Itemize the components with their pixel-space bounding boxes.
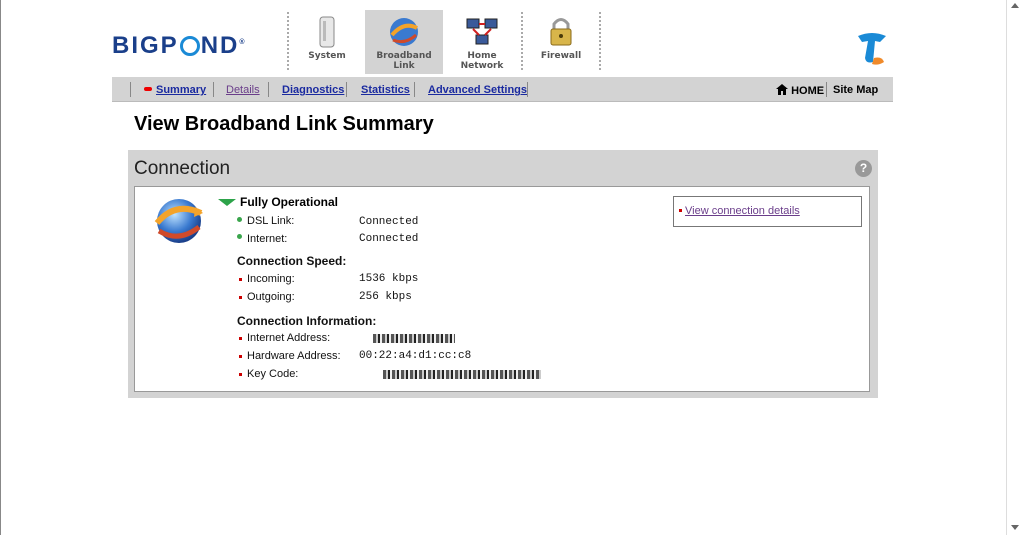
nav-diagnostics[interactable]: Diagnostics <box>282 84 344 96</box>
broadband-globe-icon <box>154 199 203 243</box>
view-connection-details-link[interactable]: View connection details <box>685 205 800 217</box>
bullet-icon <box>239 373 242 376</box>
key-code-redacted <box>383 370 541 379</box>
status-ok-icon <box>218 199 236 206</box>
connection-panel: Connection ? Fully Operational DSL Link:… <box>128 150 878 398</box>
nav-summary-label: Summary <box>156 84 207 96</box>
internet-value: Connected <box>359 233 419 245</box>
tab-broadband-link[interactable]: Broadband Link <box>365 10 443 74</box>
tab-divider <box>599 12 601 70</box>
tab-firewall[interactable]: Firewall <box>522 10 600 74</box>
dsl-status-icon <box>237 217 242 222</box>
lock-icon <box>550 18 572 46</box>
bullet-icon <box>239 278 242 281</box>
system-icon <box>319 16 335 48</box>
logo-text: BIGP <box>112 32 179 59</box>
network-icon <box>466 18 498 45</box>
home-link[interactable]: HOME <box>776 84 824 97</box>
info-section-title: Connection Information: <box>237 314 377 328</box>
nav-details[interactable]: Details <box>226 84 260 96</box>
telstra-logo[interactable] <box>856 30 888 66</box>
nav-separator <box>213 82 214 97</box>
details-link-box: View connection details <box>673 196 862 227</box>
nav-separator <box>346 82 347 97</box>
sub-navigation-bar: Summary Details Diagnostics Statistics A… <box>112 77 893 102</box>
tab-home-label-2: Network <box>460 61 504 71</box>
nav-advanced-settings[interactable]: Advanced Settings <box>428 84 527 96</box>
tab-system-label: System <box>308 51 346 61</box>
incoming-value: 1536 kbps <box>359 273 419 285</box>
globe-icon <box>390 18 418 46</box>
sitemap-link[interactable]: Site Map <box>833 84 878 96</box>
dsl-link-value: Connected <box>359 216 419 228</box>
logo-registered-mark: ® <box>239 39 245 46</box>
nav-separator <box>268 82 269 97</box>
dsl-link-label: DSL Link: <box>247 215 295 227</box>
bullet-icon <box>239 355 242 358</box>
connection-content: Fully Operational DSL Link: Connected In… <box>134 186 870 392</box>
scroll-up-icon[interactable] <box>1011 3 1019 8</box>
outgoing-value: 256 kbps <box>359 291 412 303</box>
internet-label: Internet: <box>247 233 288 245</box>
logo-ring-icon <box>179 36 200 56</box>
help-icon[interactable]: ? <box>855 160 872 177</box>
tab-home-network[interactable]: Home Network <box>443 10 521 74</box>
tab-system[interactable]: System <box>288 10 366 74</box>
scroll-down-icon[interactable] <box>1011 525 1019 530</box>
speed-section-title: Connection Speed: <box>237 254 347 268</box>
bullet-icon <box>239 296 242 299</box>
nav-separator <box>130 82 131 97</box>
tab-home-label-1: Home <box>467 51 497 61</box>
key-code-label: Key Code: <box>247 368 299 380</box>
tab-broadband-label-1: Broadband <box>376 51 432 61</box>
internet-address-label: Internet Address: <box>247 332 331 344</box>
panel-title: Connection <box>134 158 231 179</box>
nav-separator <box>527 82 528 97</box>
bigpond-logo[interactable]: BIGP ND® <box>112 32 245 60</box>
home-label: HOME <box>791 85 825 97</box>
bullet-icon <box>679 209 682 212</box>
incoming-label: Incoming: <box>247 273 295 285</box>
logo-text-end: ND <box>200 32 240 59</box>
nav-separator <box>414 82 415 97</box>
connection-status: Fully Operational <box>240 195 339 209</box>
internet-address-redacted <box>373 334 455 343</box>
nav-separator <box>826 82 827 97</box>
nav-statistics[interactable]: Statistics <box>361 84 410 96</box>
home-icon <box>776 84 788 95</box>
hardware-address-label: Hardware Address: <box>247 350 341 362</box>
vertical-scrollbar[interactable] <box>1006 0 1022 535</box>
bullet-icon <box>239 337 242 340</box>
hardware-address-value: 00:22:a4:d1:cc:c8 <box>359 350 472 362</box>
page-title: View Broadband Link Summary <box>134 113 434 135</box>
internet-status-icon <box>237 234 242 239</box>
tab-firewall-label: Firewall <box>540 51 582 61</box>
nav-summary[interactable]: Summary <box>144 84 206 96</box>
tab-broadband-label-2: Link <box>393 61 415 71</box>
outgoing-label: Outgoing: <box>247 291 295 303</box>
current-indicator-icon <box>144 87 152 91</box>
